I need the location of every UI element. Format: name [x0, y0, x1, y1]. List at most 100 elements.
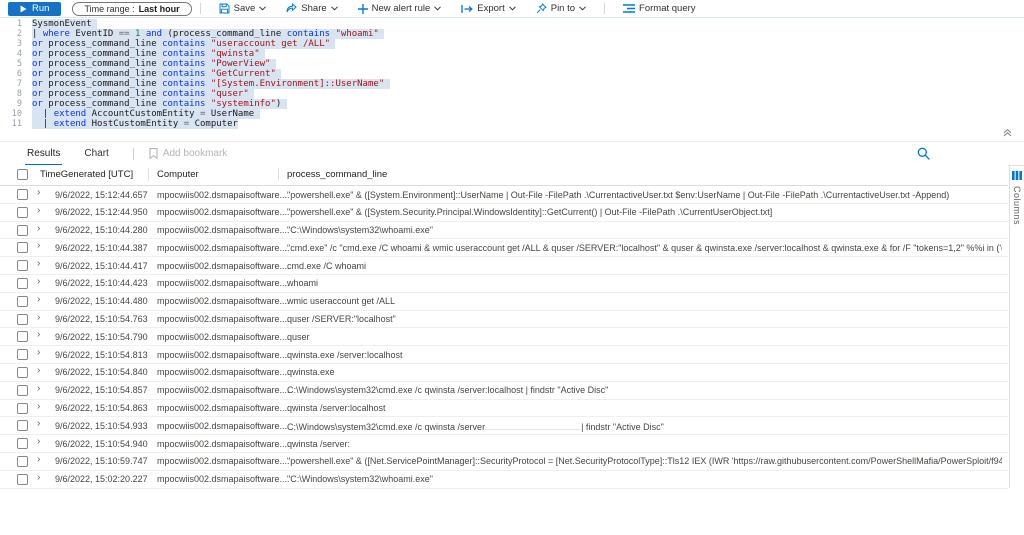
add-bookmark-button[interactable]: Add bookmark: [149, 148, 227, 159]
row-expand-chevron-icon[interactable]: ›: [37, 223, 40, 234]
table-row[interactable]: ›9/6/2022, 15:10:44.480mpocwiis002.dsmap…: [0, 293, 1008, 311]
share-button-label: Share: [301, 3, 326, 14]
row-checkbox[interactable]: [17, 314, 28, 325]
new-alert-rule-button[interactable]: New alert rule: [358, 3, 442, 14]
row-checkbox[interactable]: [17, 403, 28, 414]
row-expand-chevron-icon[interactable]: ›: [37, 347, 40, 358]
row-expand-chevron-icon[interactable]: ›: [37, 418, 40, 429]
header-time-generated[interactable]: TimeGenerated [UTC]: [40, 169, 133, 180]
query-line[interactable]: 7or process_command_line contains "[Syst…: [0, 79, 1024, 89]
table-row[interactable]: ›9/6/2022, 15:12:44.950mpocwiis002.dsmap…: [0, 204, 1008, 222]
query-line[interactable]: 9or process_command_line contains "syste…: [0, 99, 1024, 109]
table-row[interactable]: ›9/6/2022, 15:10:54.863mpocwiis002.dsmap…: [0, 400, 1008, 418]
line-number: 2: [0, 29, 32, 39]
header-process-command-line[interactable]: process_command_line: [287, 169, 387, 180]
row-expand-chevron-icon[interactable]: ›: [37, 383, 40, 394]
row-checkbox[interactable]: [17, 456, 28, 467]
toolbar-separator: [200, 3, 201, 14]
table-row[interactable]: ›9/6/2022, 15:10:44.280mpocwiis002.dsmap…: [0, 222, 1008, 240]
row-expand-chevron-icon[interactable]: ›: [37, 187, 40, 198]
export-button[interactable]: Export: [461, 3, 515, 14]
cell-computer: mpocwiis002.dsmapaisoftware....: [157, 314, 290, 324]
cell-computer: mpocwiis002.dsmapaisoftware....: [157, 403, 290, 413]
tab-results[interactable]: Results: [27, 142, 60, 165]
column-separator: [278, 168, 279, 181]
pin-icon: [536, 3, 547, 14]
row-checkbox[interactable]: [17, 189, 28, 200]
row-expand-chevron-icon[interactable]: ›: [37, 258, 40, 269]
table-row[interactable]: ›9/6/2022, 15:02:20.227mpocwiis002.dsmap…: [0, 471, 1008, 489]
table-row[interactable]: ›9/6/2022, 15:10:54.813mpocwiis002.dsmap…: [0, 346, 1008, 364]
cell-time-generated: 9/6/2022, 15:10:59.747: [55, 456, 148, 466]
row-expand-chevron-icon[interactable]: ›: [37, 454, 40, 465]
table-row[interactable]: ›9/6/2022, 15:10:54.933mpocwiis002.dsmap…: [0, 417, 1008, 435]
query-editor[interactable]: 1SysmonEvent 2| where EventID == 1 and (…: [0, 19, 1024, 140]
select-all-checkbox[interactable]: [17, 169, 28, 180]
row-checkbox[interactable]: [17, 420, 28, 431]
pin-to-button[interactable]: Pin to: [536, 3, 586, 14]
row-checkbox[interactable]: [17, 207, 28, 218]
header-computer[interactable]: Computer: [157, 169, 199, 180]
columns-panel-toggle[interactable]: Columns: [1009, 166, 1024, 488]
row-checkbox[interactable]: [17, 474, 28, 485]
row-expand-chevron-icon[interactable]: ›: [37, 329, 40, 340]
table-row[interactable]: ›9/6/2022, 15:10:54.763mpocwiis002.dsmap…: [0, 311, 1008, 329]
row-checkbox[interactable]: [17, 331, 28, 342]
query-line[interactable]: 6or process_command_line contains "GetCu…: [0, 69, 1024, 79]
cell-time-generated: 9/6/2022, 15:10:54.933: [55, 421, 148, 431]
row-checkbox[interactable]: [17, 349, 28, 360]
row-expand-chevron-icon[interactable]: ›: [37, 294, 40, 305]
query-line[interactable]: 11 | extend HostCustomEntity = Computer: [0, 119, 1024, 129]
line-number: 11: [0, 119, 32, 129]
row-expand-chevron-icon[interactable]: ›: [37, 401, 40, 412]
row-expand-chevron-icon[interactable]: ›: [37, 276, 40, 287]
query-line[interactable]: 5or process_command_line contains "Power…: [0, 59, 1024, 69]
share-button[interactable]: Share: [286, 3, 337, 14]
save-button[interactable]: Save: [219, 3, 267, 14]
play-icon: [20, 5, 27, 13]
row-expand-chevron-icon[interactable]: ›: [37, 436, 40, 447]
query-line[interactable]: 2| where EventID == 1 and (process_comma…: [0, 29, 1024, 39]
cell-time-generated: 9/6/2022, 15:12:44.657: [55, 190, 148, 200]
search-results-button[interactable]: [917, 147, 930, 160]
table-row[interactable]: ›9/6/2022, 15:10:44.417mpocwiis002.dsmap…: [0, 257, 1008, 275]
table-row[interactable]: ›9/6/2022, 15:10:54.940mpocwiis002.dsmap…: [0, 435, 1008, 453]
row-expand-chevron-icon[interactable]: ›: [37, 365, 40, 376]
format-query-button[interactable]: Format query: [623, 3, 696, 14]
cell-computer: mpocwiis002.dsmapaisoftware....: [157, 474, 290, 484]
query-lines: 1SysmonEvent 2| where EventID == 1 and (…: [0, 19, 1024, 129]
row-checkbox[interactable]: [17, 438, 28, 449]
table-row[interactable]: ›9/6/2022, 15:10:54.790mpocwiis002.dsmap…: [0, 328, 1008, 346]
row-checkbox[interactable]: [17, 242, 28, 253]
time-range-picker[interactable]: Time range : Last hour: [72, 2, 191, 16]
table-row[interactable]: ›9/6/2022, 15:10:54.857mpocwiis002.dsmap…: [0, 382, 1008, 400]
query-line[interactable]: 10 | extend AccountCustomEntity = UserNa…: [0, 109, 1024, 119]
cell-process-command-line: quser: [287, 332, 1002, 342]
tab-chart[interactable]: Chart: [84, 142, 108, 165]
run-button[interactable]: Run: [8, 2, 61, 16]
row-expand-chevron-icon[interactable]: ›: [37, 472, 40, 483]
table-row[interactable]: ›9/6/2022, 15:10:44.423mpocwiis002.dsmap…: [0, 275, 1008, 293]
table-row[interactable]: ›9/6/2022, 15:10:59.747mpocwiis002.dsmap…: [0, 453, 1008, 471]
table-row[interactable]: ›9/6/2022, 15:10:44.387mpocwiis002.dsmap…: [0, 239, 1008, 257]
row-expand-chevron-icon[interactable]: ›: [37, 240, 40, 251]
row-checkbox[interactable]: [17, 260, 28, 271]
row-checkbox[interactable]: [17, 225, 28, 236]
row-checkbox[interactable]: [17, 367, 28, 378]
row-checkbox[interactable]: [17, 278, 28, 289]
cell-time-generated: 9/6/2022, 15:10:54.790: [55, 332, 148, 342]
row-expand-chevron-icon[interactable]: ›: [37, 205, 40, 216]
row-expand-chevron-icon[interactable]: ›: [37, 312, 40, 323]
row-checkbox[interactable]: [17, 296, 28, 307]
collapse-editor-button[interactable]: [1003, 128, 1012, 137]
table-row[interactable]: ›9/6/2022, 15:12:44.657mpocwiis002.dsmap…: [0, 186, 1008, 204]
cell-process-command-line: qwinsta /server:localhost: [287, 403, 1002, 413]
row-checkbox[interactable]: [17, 385, 28, 396]
query-line[interactable]: 3or process_command_line contains "usera…: [0, 39, 1024, 49]
query-line[interactable]: 4or process_command_line contains "qwins…: [0, 49, 1024, 59]
query-line-text: | extend HostCustomEntity = Computer: [32, 119, 238, 129]
query-line[interactable]: 8or process_command_line contains "quser…: [0, 89, 1024, 99]
time-range-label: Time range :: [84, 4, 134, 14]
table-row[interactable]: ›9/6/2022, 15:10:54.840mpocwiis002.dsmap…: [0, 364, 1008, 382]
query-line[interactable]: 1SysmonEvent: [0, 19, 1024, 29]
